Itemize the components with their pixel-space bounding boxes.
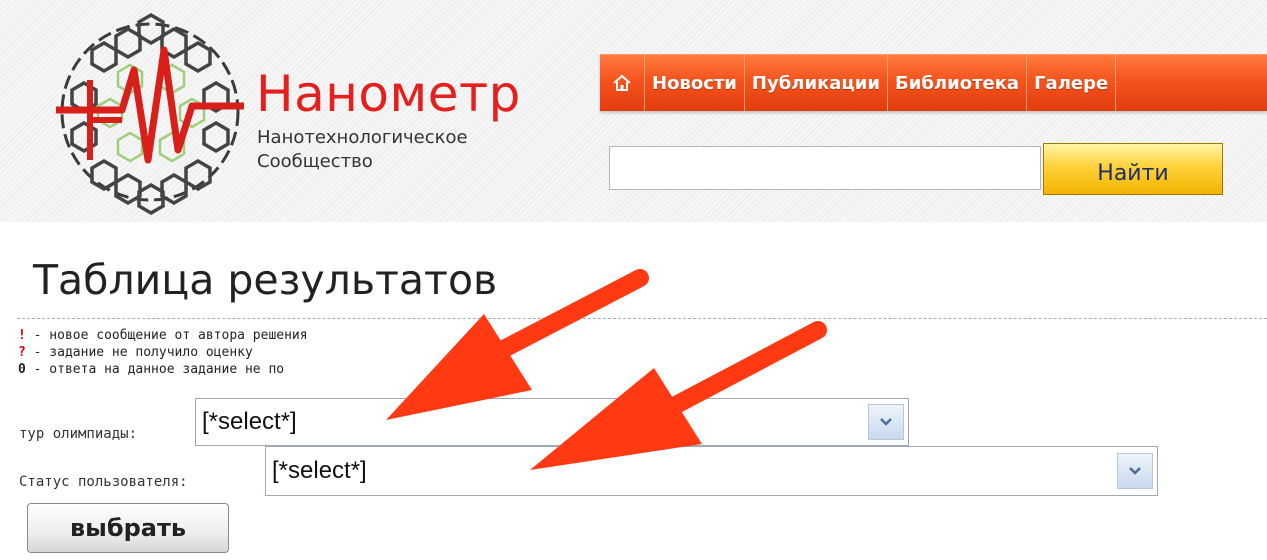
nav-item-publications[interactable]: Публикации (745, 55, 888, 111)
nanometr-logo-icon (56, 12, 244, 215)
brand-title: Нанометр (256, 65, 521, 123)
user-status-select-value: [*select*] (272, 457, 367, 484)
nav-item-library[interactable]: Библиотека (888, 55, 1028, 111)
choose-button[interactable]: выбрать (27, 503, 229, 553)
search-input[interactable] (609, 146, 1041, 190)
legend-text: - задание не получило оценку (25, 345, 253, 360)
home-icon (613, 74, 631, 91)
legend-item-new-message: ! - новое сообщение от автора решения (18, 327, 308, 344)
divider (17, 318, 1267, 319)
legend-item-not-graded: ? - задание не получило оценку (18, 344, 308, 361)
search-button[interactable]: Найти (1043, 143, 1223, 195)
nav-home-button[interactable] (600, 55, 645, 111)
main-navigation: Новости Публикации Библиотека Галере (600, 54, 1267, 111)
round-select-value: [*select*] (202, 408, 297, 435)
nav-item-gallery[interactable]: Галере (1027, 55, 1117, 111)
legend-text: - ответа на данное задание не по (25, 362, 285, 377)
legend-mark: 0 (18, 362, 26, 377)
legend-item-no-answer: 0 - ответа на данное задание не по (18, 361, 308, 378)
brand-subtitle-line-2: Сообщество (257, 151, 373, 172)
nav-item-news[interactable]: Новости (645, 55, 745, 111)
page-title: Таблица результатов (33, 256, 498, 304)
round-label: тур олимпиады: (19, 426, 138, 442)
brand-subtitle: Нанотехнологическое Сообщество (257, 126, 468, 174)
legend-mark: ? (18, 345, 26, 360)
legend-mark: ! (18, 328, 26, 343)
chevron-down-icon[interactable] (1117, 453, 1153, 489)
chevron-down-icon[interactable] (868, 404, 904, 440)
legend: ! - новое сообщение от автора решения ? … (18, 327, 308, 378)
brand-subtitle-line-1: Нанотехнологическое (257, 127, 468, 148)
round-select[interactable]: [*select*] (195, 398, 909, 446)
user-status-select[interactable]: [*select*] (265, 446, 1158, 496)
user-status-label: Статус пользователя: (19, 474, 188, 490)
legend-text: - новое сообщение от автора решения (25, 328, 308, 343)
